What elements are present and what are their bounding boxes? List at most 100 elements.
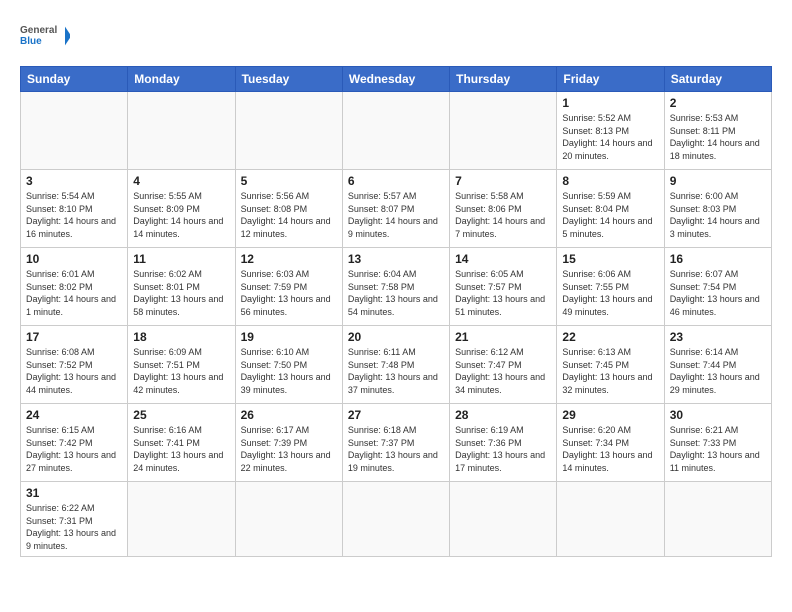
calendar-cell: 24 Sunrise: 6:15 AM Sunset: 7:42 PM Dayli… xyxy=(21,404,128,482)
header: General Blue xyxy=(20,16,772,56)
calendar-cell: 2 Sunrise: 5:53 AM Sunset: 8:11 PM Daylig… xyxy=(664,92,771,170)
day-info: Sunrise: 6:22 AM Sunset: 7:31 PM Dayligh… xyxy=(26,502,122,552)
calendar-cell: 16 Sunrise: 6:07 AM Sunset: 7:54 PM Dayli… xyxy=(664,248,771,326)
day-info: Sunrise: 6:17 AM Sunset: 7:39 PM Dayligh… xyxy=(241,424,337,474)
day-info: Sunrise: 6:18 AM Sunset: 7:37 PM Dayligh… xyxy=(348,424,444,474)
calendar-cell: 26 Sunrise: 6:17 AM Sunset: 7:39 PM Dayli… xyxy=(235,404,342,482)
day-number: 30 xyxy=(670,408,766,422)
page: General Blue SundayMondayTuesdayWednesda… xyxy=(0,0,792,567)
day-number: 22 xyxy=(562,330,658,344)
day-info: Sunrise: 6:15 AM Sunset: 7:42 PM Dayligh… xyxy=(26,424,122,474)
day-info: Sunrise: 6:10 AM Sunset: 7:50 PM Dayligh… xyxy=(241,346,337,396)
day-info: Sunrise: 6:12 AM Sunset: 7:47 PM Dayligh… xyxy=(455,346,551,396)
calendar-cell xyxy=(450,482,557,557)
calendar-cell xyxy=(342,482,449,557)
day-info: Sunrise: 6:19 AM Sunset: 7:36 PM Dayligh… xyxy=(455,424,551,474)
day-info: Sunrise: 6:09 AM Sunset: 7:51 PM Dayligh… xyxy=(133,346,229,396)
day-info: Sunrise: 6:21 AM Sunset: 7:33 PM Dayligh… xyxy=(670,424,766,474)
day-number: 27 xyxy=(348,408,444,422)
day-number: 8 xyxy=(562,174,658,188)
day-number: 25 xyxy=(133,408,229,422)
svg-text:General: General xyxy=(20,25,57,36)
calendar-cell xyxy=(128,482,235,557)
day-info: Sunrise: 6:03 AM Sunset: 7:59 PM Dayligh… xyxy=(241,268,337,318)
day-info: Sunrise: 5:52 AM Sunset: 8:13 PM Dayligh… xyxy=(562,112,658,162)
weekday-thursday: Thursday xyxy=(450,67,557,92)
day-info: Sunrise: 6:07 AM Sunset: 7:54 PM Dayligh… xyxy=(670,268,766,318)
day-number: 12 xyxy=(241,252,337,266)
calendar-cell: 8 Sunrise: 5:59 AM Sunset: 8:04 PM Daylig… xyxy=(557,170,664,248)
day-number: 17 xyxy=(26,330,122,344)
calendar-cell xyxy=(664,482,771,557)
calendar-cell: 10 Sunrise: 6:01 AM Sunset: 8:02 PM Dayli… xyxy=(21,248,128,326)
day-number: 9 xyxy=(670,174,766,188)
day-number: 20 xyxy=(348,330,444,344)
day-number: 26 xyxy=(241,408,337,422)
day-number: 5 xyxy=(241,174,337,188)
day-info: Sunrise: 6:06 AM Sunset: 7:55 PM Dayligh… xyxy=(562,268,658,318)
day-info: Sunrise: 6:16 AM Sunset: 7:41 PM Dayligh… xyxy=(133,424,229,474)
calendar-cell xyxy=(235,482,342,557)
calendar-cell: 22 Sunrise: 6:13 AM Sunset: 7:45 PM Dayli… xyxy=(557,326,664,404)
calendar-cell xyxy=(128,92,235,170)
day-number: 4 xyxy=(133,174,229,188)
day-number: 24 xyxy=(26,408,122,422)
day-info: Sunrise: 6:13 AM Sunset: 7:45 PM Dayligh… xyxy=(562,346,658,396)
day-number: 2 xyxy=(670,96,766,110)
calendar-cell: 12 Sunrise: 6:03 AM Sunset: 7:59 PM Dayli… xyxy=(235,248,342,326)
day-info: Sunrise: 6:08 AM Sunset: 7:52 PM Dayligh… xyxy=(26,346,122,396)
calendar-cell: 17 Sunrise: 6:08 AM Sunset: 7:52 PM Dayli… xyxy=(21,326,128,404)
calendar-cell: 19 Sunrise: 6:10 AM Sunset: 7:50 PM Dayli… xyxy=(235,326,342,404)
weekday-tuesday: Tuesday xyxy=(235,67,342,92)
week-row-2: 3Sunrise: 5:54 AM Sunset: 8:10 PM Daylig… xyxy=(21,170,772,248)
day-number: 29 xyxy=(562,408,658,422)
calendar-cell: 18 Sunrise: 6:09 AM Sunset: 7:51 PM Dayli… xyxy=(128,326,235,404)
day-info: Sunrise: 5:59 AM Sunset: 8:04 PM Dayligh… xyxy=(562,190,658,240)
calendar-cell: 1Sunrise: 5:52 AM Sunset: 8:13 PM Daylig… xyxy=(557,92,664,170)
calendar-cell: 3Sunrise: 5:54 AM Sunset: 8:10 PM Daylig… xyxy=(21,170,128,248)
week-row-6: 31 Sunrise: 6:22 AM Sunset: 7:31 PM Dayli… xyxy=(21,482,772,557)
calendar-cell: 11Sunrise: 6:02 AM Sunset: 8:01 PM Dayli… xyxy=(128,248,235,326)
svg-text:Blue: Blue xyxy=(20,36,42,47)
calendar-cell: 15 Sunrise: 6:06 AM Sunset: 7:55 PM Dayli… xyxy=(557,248,664,326)
calendar-cell: 30 Sunrise: 6:21 AM Sunset: 7:33 PM Dayli… xyxy=(664,404,771,482)
day-info: Sunrise: 6:14 AM Sunset: 7:44 PM Dayligh… xyxy=(670,346,766,396)
weekday-monday: Monday xyxy=(128,67,235,92)
day-number: 10 xyxy=(26,252,122,266)
weekday-header-row: SundayMondayTuesdayWednesdayThursdayFrid… xyxy=(21,67,772,92)
day-number: 11 xyxy=(133,252,229,266)
calendar-cell: 29Sunrise: 6:20 AM Sunset: 7:34 PM Dayli… xyxy=(557,404,664,482)
day-info: Sunrise: 6:05 AM Sunset: 7:57 PM Dayligh… xyxy=(455,268,551,318)
day-number: 15 xyxy=(562,252,658,266)
calendar-cell: 21 Sunrise: 6:12 AM Sunset: 7:47 PM Dayli… xyxy=(450,326,557,404)
day-number: 7 xyxy=(455,174,551,188)
logo-svg: General Blue xyxy=(20,16,70,56)
calendar-cell xyxy=(21,92,128,170)
day-number: 6 xyxy=(348,174,444,188)
day-number: 28 xyxy=(455,408,551,422)
day-info: Sunrise: 6:01 AM Sunset: 8:02 PM Dayligh… xyxy=(26,268,122,318)
calendar-cell: 14Sunrise: 6:05 AM Sunset: 7:57 PM Dayli… xyxy=(450,248,557,326)
weekday-wednesday: Wednesday xyxy=(342,67,449,92)
day-info: Sunrise: 5:53 AM Sunset: 8:11 PM Dayligh… xyxy=(670,112,766,162)
day-info: Sunrise: 5:57 AM Sunset: 8:07 PM Dayligh… xyxy=(348,190,444,240)
day-number: 18 xyxy=(133,330,229,344)
calendar-cell: 7Sunrise: 5:58 AM Sunset: 8:06 PM Daylig… xyxy=(450,170,557,248)
day-number: 31 xyxy=(26,486,122,500)
calendar-cell: 23 Sunrise: 6:14 AM Sunset: 7:44 PM Dayli… xyxy=(664,326,771,404)
day-info: Sunrise: 5:54 AM Sunset: 8:10 PM Dayligh… xyxy=(26,190,122,240)
day-number: 16 xyxy=(670,252,766,266)
calendar-cell: 6 Sunrise: 5:57 AM Sunset: 8:07 PM Daylig… xyxy=(342,170,449,248)
week-row-5: 24 Sunrise: 6:15 AM Sunset: 7:42 PM Dayli… xyxy=(21,404,772,482)
calendar-cell: 28 Sunrise: 6:19 AM Sunset: 7:36 PM Dayli… xyxy=(450,404,557,482)
day-number: 19 xyxy=(241,330,337,344)
day-info: Sunrise: 6:04 AM Sunset: 7:58 PM Dayligh… xyxy=(348,268,444,318)
calendar-cell: 25 Sunrise: 6:16 AM Sunset: 7:41 PM Dayli… xyxy=(128,404,235,482)
day-number: 23 xyxy=(670,330,766,344)
calendar-cell: 13Sunrise: 6:04 AM Sunset: 7:58 PM Dayli… xyxy=(342,248,449,326)
calendar-cell: 9Sunrise: 6:00 AM Sunset: 8:03 PM Daylig… xyxy=(664,170,771,248)
day-info: Sunrise: 5:55 AM Sunset: 8:09 PM Dayligh… xyxy=(133,190,229,240)
week-row-3: 10 Sunrise: 6:01 AM Sunset: 8:02 PM Dayli… xyxy=(21,248,772,326)
day-number: 21 xyxy=(455,330,551,344)
calendar: SundayMondayTuesdayWednesdayThursdayFrid… xyxy=(20,66,772,557)
